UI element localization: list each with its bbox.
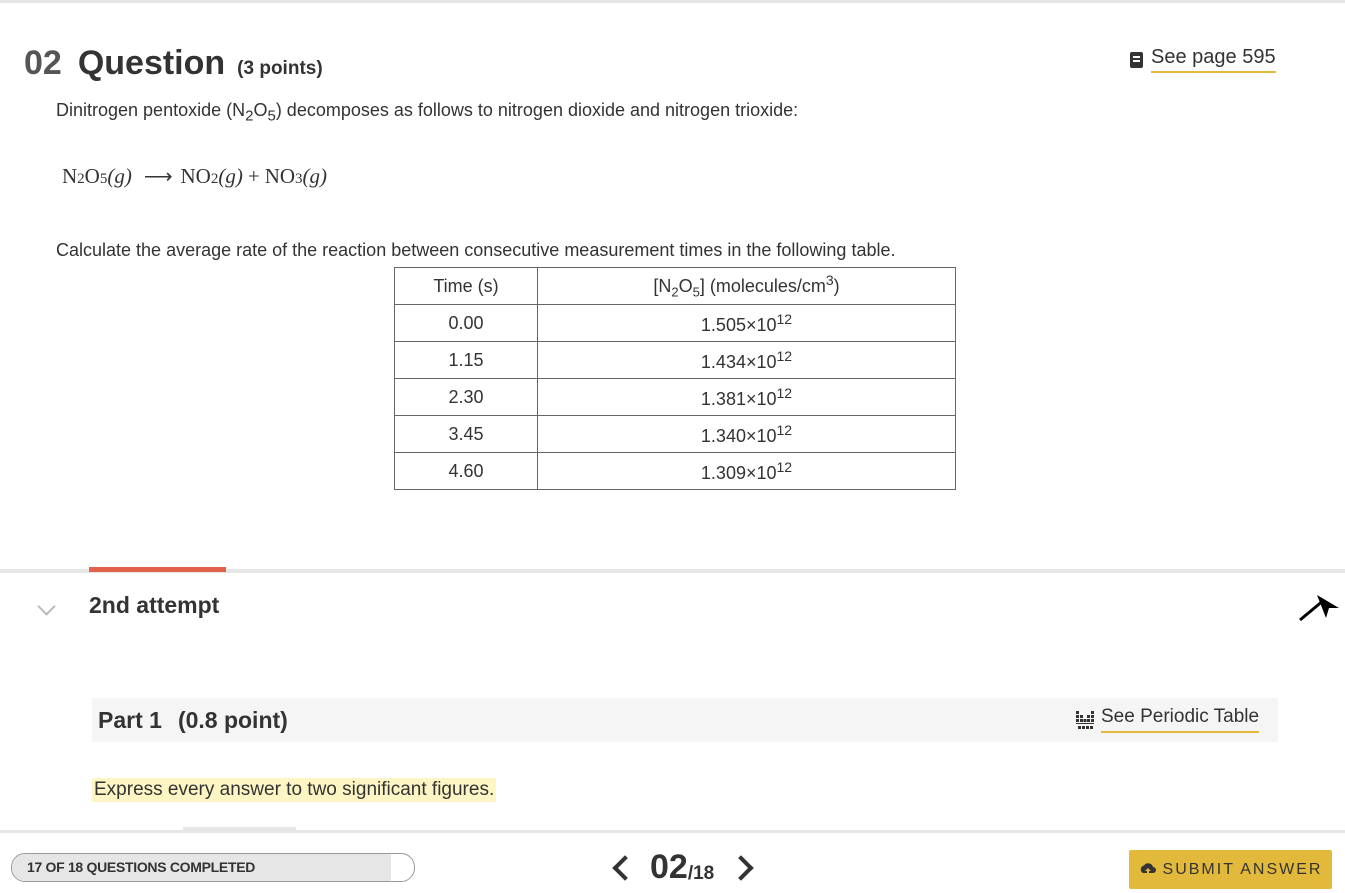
question-header: 02 Question (3 points) xyxy=(24,44,323,83)
eq-reactant-n: N xyxy=(62,164,78,188)
time-cell: 4.60 xyxy=(394,452,538,490)
question-number: 02 xyxy=(24,44,62,82)
conc-exponent: 12 xyxy=(776,347,793,364)
header-time: Time (s) xyxy=(394,267,538,305)
conc-cell: 1.309×1012 xyxy=(537,452,956,490)
conc-mantissa: 1.434×10 xyxy=(700,351,777,372)
see-page-label[interactable]: See page 595 xyxy=(1151,46,1276,73)
submit-answer-button[interactable]: SUBMIT ANSWER xyxy=(1129,850,1332,889)
top-divider xyxy=(0,0,1345,3)
hdr-sub-2: 5 xyxy=(692,284,700,300)
table-row: 0.00 1.505×1012 xyxy=(394,304,956,342)
concentration-table: Time (s) [N2O5] (molecules/cm3) 0.00 1.5… xyxy=(394,267,956,490)
eq-product1-state: (g) xyxy=(218,164,243,188)
question-intro: Dinitrogen pentoxide (N2O5) decomposes a… xyxy=(56,100,798,125)
hdr-sub-1: 2 xyxy=(671,284,679,300)
question-navigator: 02 /18 xyxy=(606,848,760,887)
hdr-text-b: O xyxy=(678,276,693,297)
hdr-text-c: ] (molecules/cm xyxy=(699,276,826,297)
eq-reactant-sub2: 5 xyxy=(99,171,108,187)
hdr-text-a: [N xyxy=(653,276,672,297)
chevron-right-icon[interactable] xyxy=(728,854,754,881)
eq-reactant-sub1: 2 xyxy=(77,171,85,187)
conc-cell: 1.505×1012 xyxy=(537,304,956,342)
question-points: (3 points) xyxy=(237,58,323,79)
conc-mantissa: 1.340×10 xyxy=(700,425,777,446)
time-cell: 3.45 xyxy=(394,415,538,453)
eq-plus: + xyxy=(247,164,260,188)
table-header-row: Time (s) [N2O5] (molecules/cm3) xyxy=(394,267,956,305)
eq-product2-sub: 3 xyxy=(295,171,303,187)
part-label: Part 1 xyxy=(98,707,162,733)
see-page-link[interactable]: See page 595 xyxy=(1130,46,1276,73)
cursor-arrow-icon xyxy=(1299,595,1339,622)
significant-figures-note: Express every answer to two significant … xyxy=(92,778,497,802)
progress-label: 17 OF 18 QUESTIONS COMPLETED xyxy=(26,859,256,875)
eq-product1-sub: 2 xyxy=(210,171,219,187)
conc-mantissa: 1.381×10 xyxy=(700,388,777,409)
time-cell: 1.15 xyxy=(394,341,538,379)
time-cell: 0.00 xyxy=(394,304,538,342)
intro-text-1: Dinitrogen pentoxide (N xyxy=(56,100,246,120)
attempt-label[interactable]: 2nd attempt xyxy=(89,592,219,619)
hdr-sup: 3 xyxy=(825,272,834,289)
part-title: Part 1 (0.8 point) xyxy=(98,707,288,734)
conc-exponent: 12 xyxy=(776,421,793,438)
conc-mantissa: 1.505×10 xyxy=(700,314,777,335)
table-row: 4.60 1.309×1012 xyxy=(394,452,956,490)
conc-cell: 1.340×1012 xyxy=(537,415,956,453)
eq-reactant-state: (g) xyxy=(107,164,132,188)
hdr-text-d: ) xyxy=(833,276,840,297)
time-cell: 2.30 xyxy=(394,378,538,416)
conc-exponent: 12 xyxy=(776,310,793,327)
eq-reactant-o: O xyxy=(84,164,100,188)
submit-label: SUBMIT ANSWER xyxy=(1162,860,1323,878)
progress-bar: 17 OF 18 QUESTIONS COMPLETED xyxy=(11,853,415,882)
total-questions: /18 xyxy=(687,862,715,884)
table-row: 3.45 1.340×1012 xyxy=(394,415,956,453)
current-question: 02 xyxy=(650,848,688,886)
table-row: 1.15 1.434×1012 xyxy=(394,341,956,379)
eq-arrow: ⟶ xyxy=(143,166,173,188)
periodic-table-link[interactable]: See Periodic Table xyxy=(1076,706,1260,733)
progress-label-wrap: 17 OF 18 QUESTIONS COMPLETED xyxy=(12,854,414,881)
eq-product2: NO xyxy=(264,164,296,188)
reaction-equation: N 2 O 5 (g) ⟶ NO 2 (g) + NO 3 (g) xyxy=(62,164,327,189)
conc-cell: 1.434×1012 xyxy=(537,341,956,379)
intro-sub-2: 5 xyxy=(267,107,276,125)
eq-product2-state: (g) xyxy=(302,164,328,188)
periodic-table-label[interactable]: See Periodic Table xyxy=(1101,706,1260,733)
chevron-down-icon[interactable] xyxy=(37,597,56,616)
cloud-upload-icon xyxy=(1140,862,1156,875)
question-title: Question xyxy=(77,44,226,82)
attempt-tab-accent xyxy=(89,567,226,572)
book-icon xyxy=(1130,51,1143,68)
table-row: 2.30 1.381×1012 xyxy=(394,378,956,416)
intro-text-2: O xyxy=(253,100,268,120)
eq-product1: NO xyxy=(180,164,211,188)
periodic-table-icon xyxy=(1076,710,1094,729)
conc-exponent: 12 xyxy=(776,384,793,401)
intro-text-3: ) decomposes as follows to nitrogen diox… xyxy=(275,100,799,120)
part-points: (0.8 point) xyxy=(177,707,288,733)
header-concentration: [N2O5] (molecules/cm3) xyxy=(537,267,956,305)
conc-exponent: 12 xyxy=(776,458,793,475)
chevron-left-icon[interactable] xyxy=(612,854,638,881)
calc-instruction: Calculate the average rate of the reacti… xyxy=(56,240,896,260)
conc-mantissa: 1.309×10 xyxy=(700,462,777,483)
conc-cell: 1.381×1012 xyxy=(537,378,956,416)
footer-divider xyxy=(0,830,1345,833)
